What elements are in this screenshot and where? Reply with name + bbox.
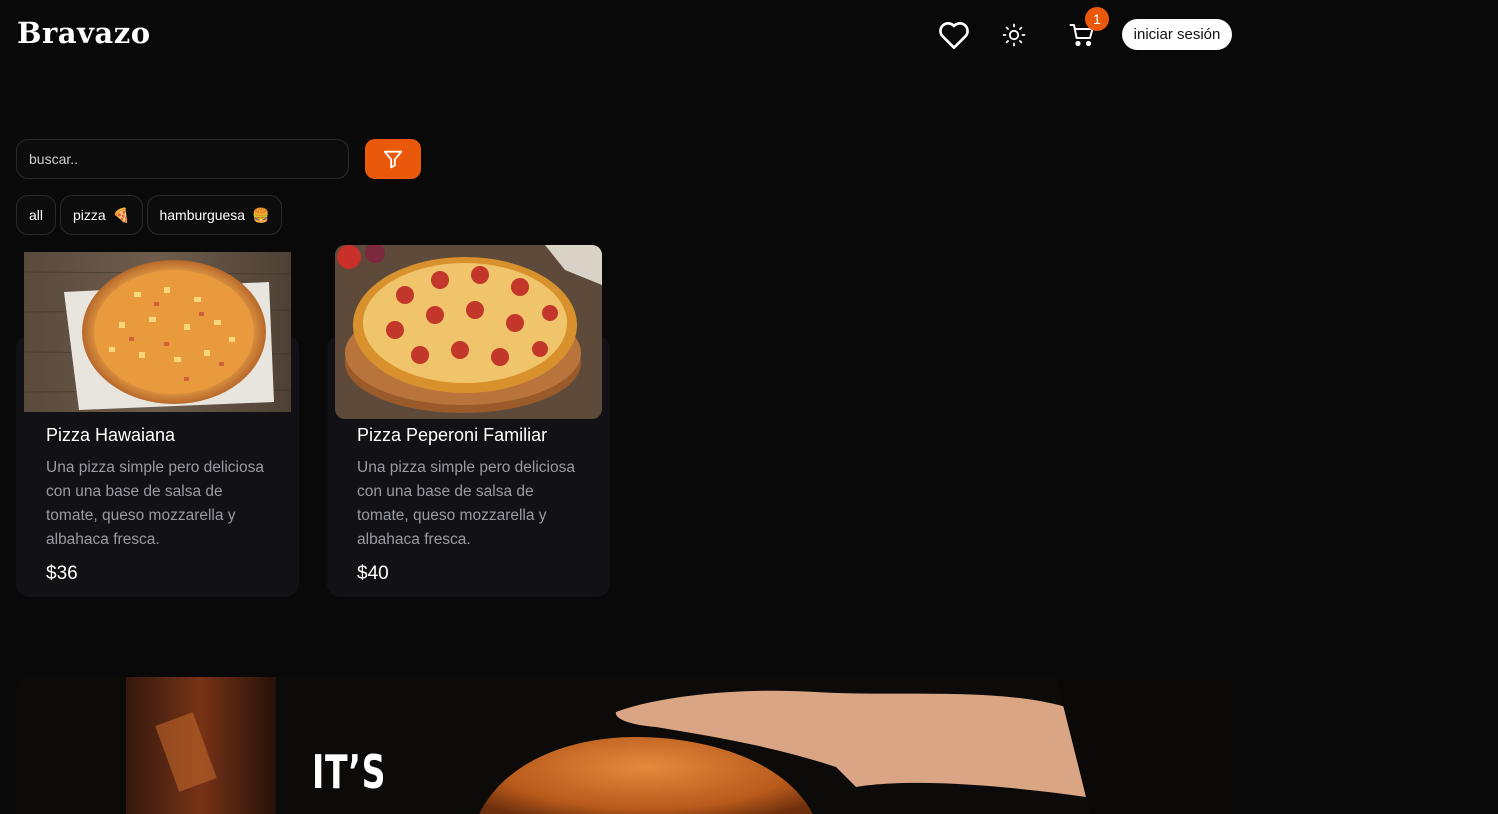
product-price: $36: [46, 563, 78, 584]
promo-banner[interactable]: IT’S: [16, 677, 1232, 814]
login-button[interactable]: iniciar sesión: [1122, 19, 1232, 50]
category-chip-all[interactable]: all: [16, 195, 56, 235]
category-chip-pizza[interactable]: pizza 🍕: [60, 195, 143, 235]
chip-label: all: [28, 207, 43, 223]
category-chip-hamburguesa[interactable]: hamburguesa 🍔: [147, 195, 282, 235]
filter-icon: [383, 150, 403, 169]
chip-label: pizza: [72, 207, 106, 223]
burger-icon: 🍔: [252, 206, 270, 223]
product-image[interactable]: [24, 252, 291, 412]
cart-count-badge: 1: [1085, 7, 1109, 31]
sun-icon[interactable]: [1000, 21, 1028, 49]
filter-button[interactable]: [365, 139, 421, 179]
brand-logo[interactable]: Bravazo: [17, 16, 151, 50]
top-bar: Bravazo 1 iniciar sesión: [0, 0, 1248, 70]
product-price: $40: [357, 563, 389, 584]
product-image[interactable]: [335, 245, 602, 419]
heart-icon[interactable]: [937, 19, 971, 51]
banner-headline: IT’S: [312, 745, 387, 799]
product-description: Una pizza simple pero deliciosa con una …: [357, 459, 575, 548]
pizza-icon: 🍕: [112, 206, 131, 223]
product-name: Pizza Hawaiana: [46, 425, 176, 445]
product-description: Una pizza simple pero deliciosa con una …: [46, 459, 264, 548]
product-name: Pizza Peperoni Familiar: [357, 425, 548, 445]
search-input[interactable]: [16, 139, 349, 179]
chip-label: hamburguesa: [159, 207, 246, 223]
